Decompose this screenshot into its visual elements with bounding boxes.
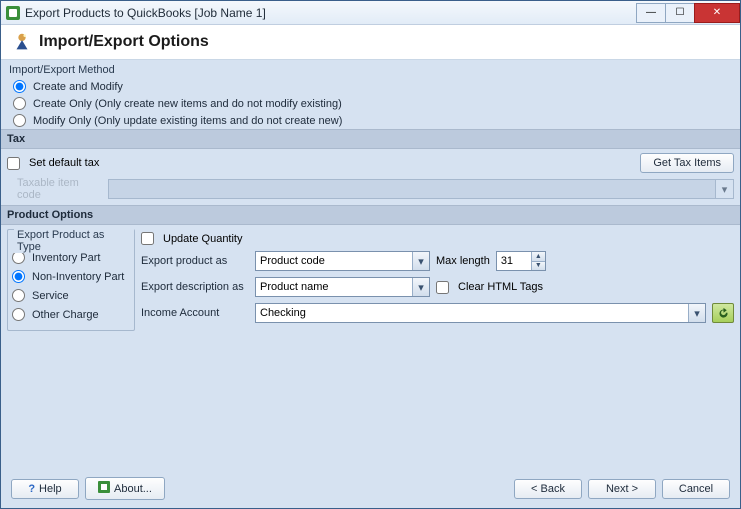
app-window: Export Products to QuickBooks [Job Name … [0,0,741,509]
income-account-input[interactable] [256,304,688,322]
maximize-button[interactable]: ☐ [665,3,695,23]
export-description-as-input[interactable] [256,278,412,296]
help-icon: ? [28,483,35,495]
wizard-footer: ?Help About... < Back Next > Cancel [1,469,740,508]
max-length-input[interactable] [497,252,531,270]
set-default-tax-checkbox[interactable] [7,157,20,170]
income-account-refresh-button[interactable] [712,303,734,323]
method-modify-only-label[interactable]: Modify Only (Only update existing items … [33,115,342,127]
income-account-combo[interactable]: ▾ [255,303,706,323]
window-title: Export Products to QuickBooks [Job Name … [25,6,637,20]
chevron-down-icon[interactable]: ▾ [412,252,429,270]
taxable-item-code-label: Taxable item code [7,177,102,201]
page-header: Import/Export Options [1,25,740,60]
type-inventory-label[interactable]: Inventory Part [32,252,100,264]
wizard-icon [11,31,33,53]
back-button[interactable]: < Back [514,479,582,499]
income-account-label: Income Account [141,307,249,319]
refresh-icon [717,307,730,320]
clear-html-tags-label[interactable]: Clear HTML Tags [458,281,543,293]
cancel-button[interactable]: Cancel [662,479,730,499]
method-modify-only-radio[interactable] [13,114,26,127]
next-button[interactable]: Next > [588,479,656,499]
product-options-band: Product Options [1,205,740,225]
export-type-legend: Export Product as Type [14,229,134,253]
taxable-item-code-combo: ▾ [108,179,734,199]
export-type-group: Export Product as Type Inventory Part No… [7,229,135,331]
product-options-section: Export Product as Type Inventory Part No… [1,225,740,335]
type-other-label[interactable]: Other Charge [32,309,99,321]
max-length-label: Max length [436,255,490,267]
about-button[interactable]: About... [85,477,165,500]
export-description-as-label: Export description as [141,281,249,293]
method-create-modify-radio[interactable] [13,80,26,93]
method-create-only-label[interactable]: Create Only (Only create new items and d… [33,98,342,110]
clear-html-tags-checkbox[interactable] [436,281,449,294]
type-noninventory-label[interactable]: Non-Inventory Part [32,271,124,283]
chevron-down-icon[interactable]: ▾ [688,304,705,322]
chevron-down-icon[interactable]: ▾ [412,278,429,296]
method-create-only-radio[interactable] [13,97,26,110]
update-quantity-checkbox[interactable] [141,232,154,245]
window-controls: — ☐ ✕ [637,3,740,23]
chevron-down-icon: ▾ [715,180,733,198]
page-title: Import/Export Options [39,33,209,51]
export-product-as-label: Export product as [141,255,249,267]
export-product-as-combo[interactable]: ▾ [255,251,430,271]
set-default-tax-label[interactable]: Set default tax [29,157,99,169]
get-tax-items-button[interactable]: Get Tax Items [640,153,734,173]
spin-up-icon[interactable]: ▲ [531,252,545,262]
product-options-fields: Update Quantity Export product as ▾ Max … [141,229,734,331]
content-area: Import/Export Method Create and Modify C… [1,60,740,469]
update-quantity-label[interactable]: Update Quantity [163,233,243,245]
export-description-as-combo[interactable]: ▾ [255,277,430,297]
app-icon [5,5,21,21]
spin-down-icon[interactable]: ▼ [531,262,545,271]
type-other-radio[interactable] [12,308,25,321]
method-section-label: Import/Export Method [1,60,740,78]
about-icon [98,481,110,496]
tax-band: Tax [1,129,740,149]
help-button[interactable]: ?Help [11,479,79,499]
export-product-as-input[interactable] [256,252,412,270]
tax-section: Set default tax Get Tax Items Taxable it… [1,149,740,205]
method-create-modify-label[interactable]: Create and Modify [33,81,123,93]
type-service-radio[interactable] [12,289,25,302]
type-noninventory-radio[interactable] [12,270,25,283]
minimize-button[interactable]: — [636,3,666,23]
max-length-spinner[interactable]: ▲ ▼ [496,251,546,271]
titlebar: Export Products to QuickBooks [Job Name … [1,1,740,25]
type-service-label[interactable]: Service [32,290,69,302]
close-button[interactable]: ✕ [694,3,740,23]
